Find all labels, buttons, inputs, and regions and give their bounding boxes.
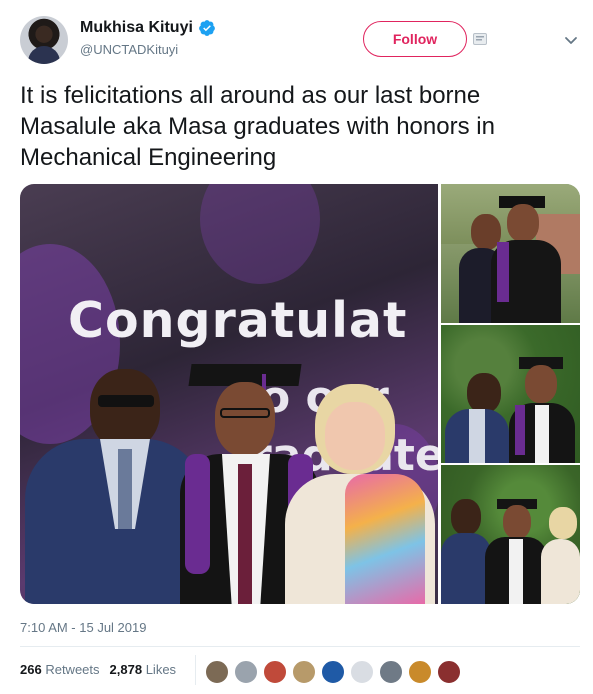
retweets-count: 266 [20, 662, 42, 677]
photo-thumbnail[interactable] [441, 465, 580, 604]
liker-avatars [205, 660, 466, 684]
liker-avatar[interactable] [263, 660, 287, 684]
photo-thumbnail[interactable] [441, 325, 580, 463]
liker-avatar[interactable] [234, 660, 258, 684]
liker-avatar[interactable] [379, 660, 403, 684]
banner-swirl [200, 184, 320, 284]
banner-text: Congratulat [68, 292, 408, 349]
tweet-text: It is felicitations all around as our la… [20, 82, 495, 171]
liker-avatar[interactable] [205, 660, 229, 684]
likes-count: 2,878 [109, 662, 143, 677]
likes-stat[interactable]: 2,878 Likes [110, 662, 177, 677]
tweet-stats: 266 Retweets 2,878 Likes [20, 662, 186, 677]
liker-avatar[interactable] [292, 660, 316, 684]
liker-avatar[interactable] [437, 660, 461, 684]
tweet-header: Mukhisa Kituyi @UNCTADKituyi Follow [20, 16, 580, 64]
photo-thumbnail[interactable] [441, 184, 580, 323]
retweets-stat[interactable]: 266 Retweets [20, 662, 100, 677]
person-left [20, 369, 205, 604]
likers-separator [195, 655, 196, 685]
author-handle[interactable]: @UNCTADKituyi [80, 42, 178, 57]
photo-main[interactable]: Congratulat o our raduate [20, 184, 438, 604]
person-right [285, 384, 435, 604]
likes-label: Likes [145, 662, 177, 677]
author-avatar[interactable] [20, 16, 68, 64]
verified-badge-icon [199, 20, 215, 36]
liker-avatar[interactable] [321, 660, 345, 684]
extension-icon[interactable] [473, 33, 487, 45]
liker-avatar[interactable] [408, 660, 432, 684]
media-grid: Congratulat o our raduate [20, 184, 580, 604]
author-name-row[interactable]: Mukhisa Kituyi [80, 19, 216, 37]
tweet-timestamp[interactable]: 7:10 AM - 15 Jul 2019 [20, 620, 146, 635]
chevron-down-icon[interactable] [563, 32, 579, 48]
author-display-name[interactable]: Mukhisa Kituyi [80, 19, 193, 37]
liker-avatar[interactable] [350, 660, 374, 684]
retweets-label: Retweets [45, 662, 100, 677]
avatar-shoulders [28, 46, 60, 64]
divider [20, 646, 580, 647]
follow-button[interactable]: Follow [363, 21, 467, 57]
